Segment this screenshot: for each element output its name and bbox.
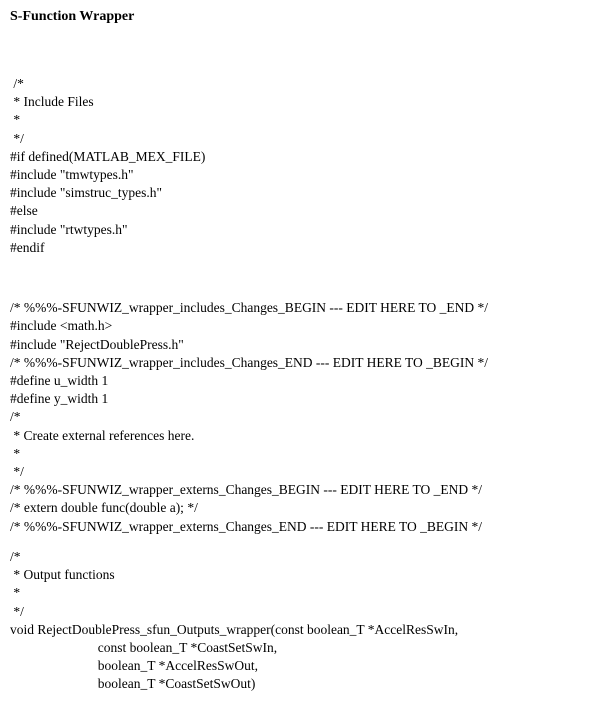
code-include-files: /* * Include Files * */ #if defined(MATL… <box>10 75 579 257</box>
spacer <box>10 536 579 548</box>
spacer <box>10 257 579 299</box>
code-wrapper-includes-externs: /* %%%-SFUNWIZ_wrapper_includes_Changes_… <box>10 299 579 536</box>
code-output-functions: /* * Output functions * */ void RejectDo… <box>10 548 579 694</box>
page-title: S-Function Wrapper <box>10 8 579 27</box>
